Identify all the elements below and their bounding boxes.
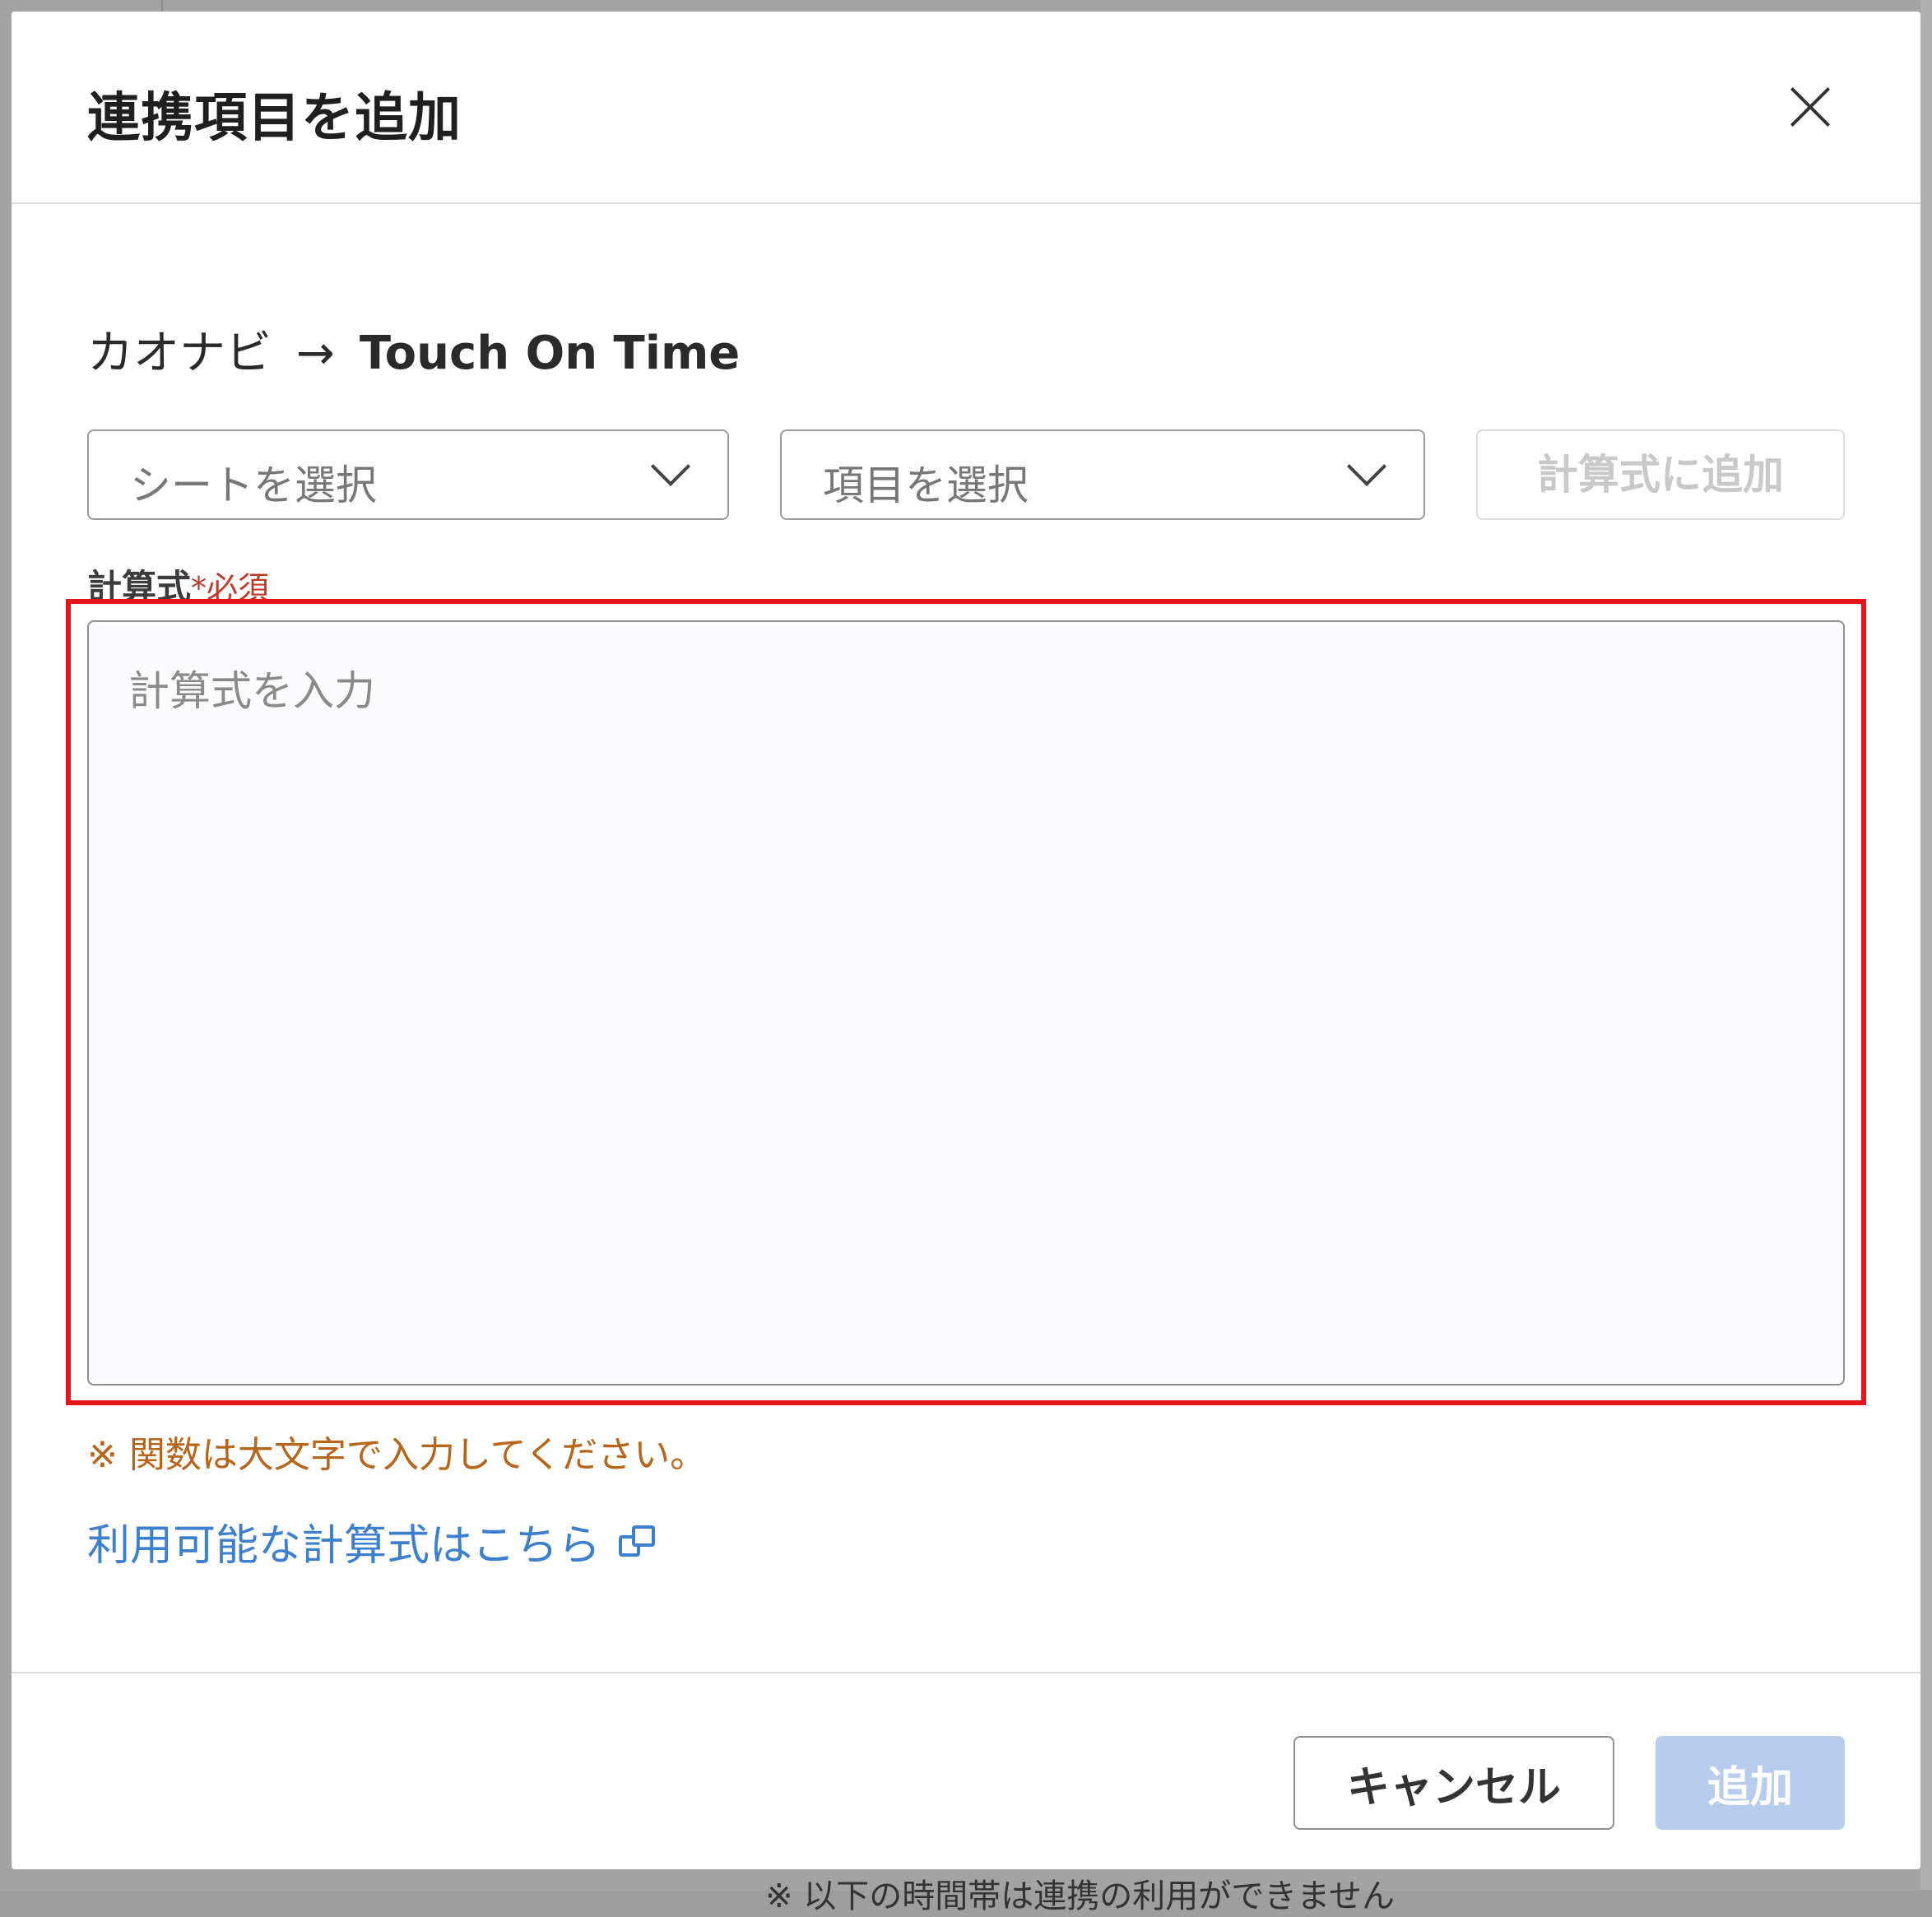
source-system: カオナビ — [87, 327, 272, 380]
sheet-select-placeholder: シートを選択 — [130, 462, 377, 509]
dialog-title: 連携項目を追加 — [87, 88, 462, 149]
required-mark: * — [191, 570, 207, 606]
formula-label-text: 計算式 — [87, 567, 192, 607]
formula-note: ※ 関数は大文字で入力してください。 — [87, 1434, 707, 1476]
external-link-icon — [619, 1524, 658, 1563]
target-system: Touch On Time — [359, 327, 741, 380]
background-notice-text: ※ 以下の時間帯は連携の利用ができません — [765, 1878, 1396, 1915]
add-to-formula-button[interactable]: 計算式に追加 — [1476, 429, 1845, 520]
item-select-placeholder: 項目を選択 — [823, 462, 1029, 509]
available-formulas-link-text: 利用可能な計算式はこちら — [87, 1521, 601, 1571]
required-text: 必須 — [207, 570, 270, 606]
sheet-select[interactable]: シートを選択 — [87, 429, 729, 520]
cancel-button[interactable]: キャンセル — [1293, 1736, 1614, 1830]
formula-input[interactable] — [87, 620, 1845, 1386]
formula-label: 計算式*必須 — [87, 559, 269, 610]
close-icon[interactable] — [1781, 77, 1840, 137]
dialog-footer: キャンセル 追加 — [12, 1672, 1920, 1869]
item-select[interactable]: 項目を選択 — [780, 429, 1425, 520]
dialog-header: 連携項目を追加 — [12, 12, 1920, 204]
arrow-right-icon: → — [296, 327, 335, 380]
add-link-item-dialog: 連携項目を追加 カオナビ → Touch On Time シートを選択 項目を選択 … — [12, 12, 1920, 1869]
chevron-down-icon — [1346, 446, 1387, 487]
background-divider — [161, 0, 163, 12]
available-formulas-link[interactable]: 利用可能な計算式はこちら — [87, 1511, 658, 1572]
add-button[interactable]: 追加 — [1656, 1736, 1845, 1830]
background-divider — [1920, 0, 1932, 1890]
link-direction: カオナビ → Touch On Time — [87, 316, 740, 383]
chevron-down-icon — [650, 446, 691, 487]
